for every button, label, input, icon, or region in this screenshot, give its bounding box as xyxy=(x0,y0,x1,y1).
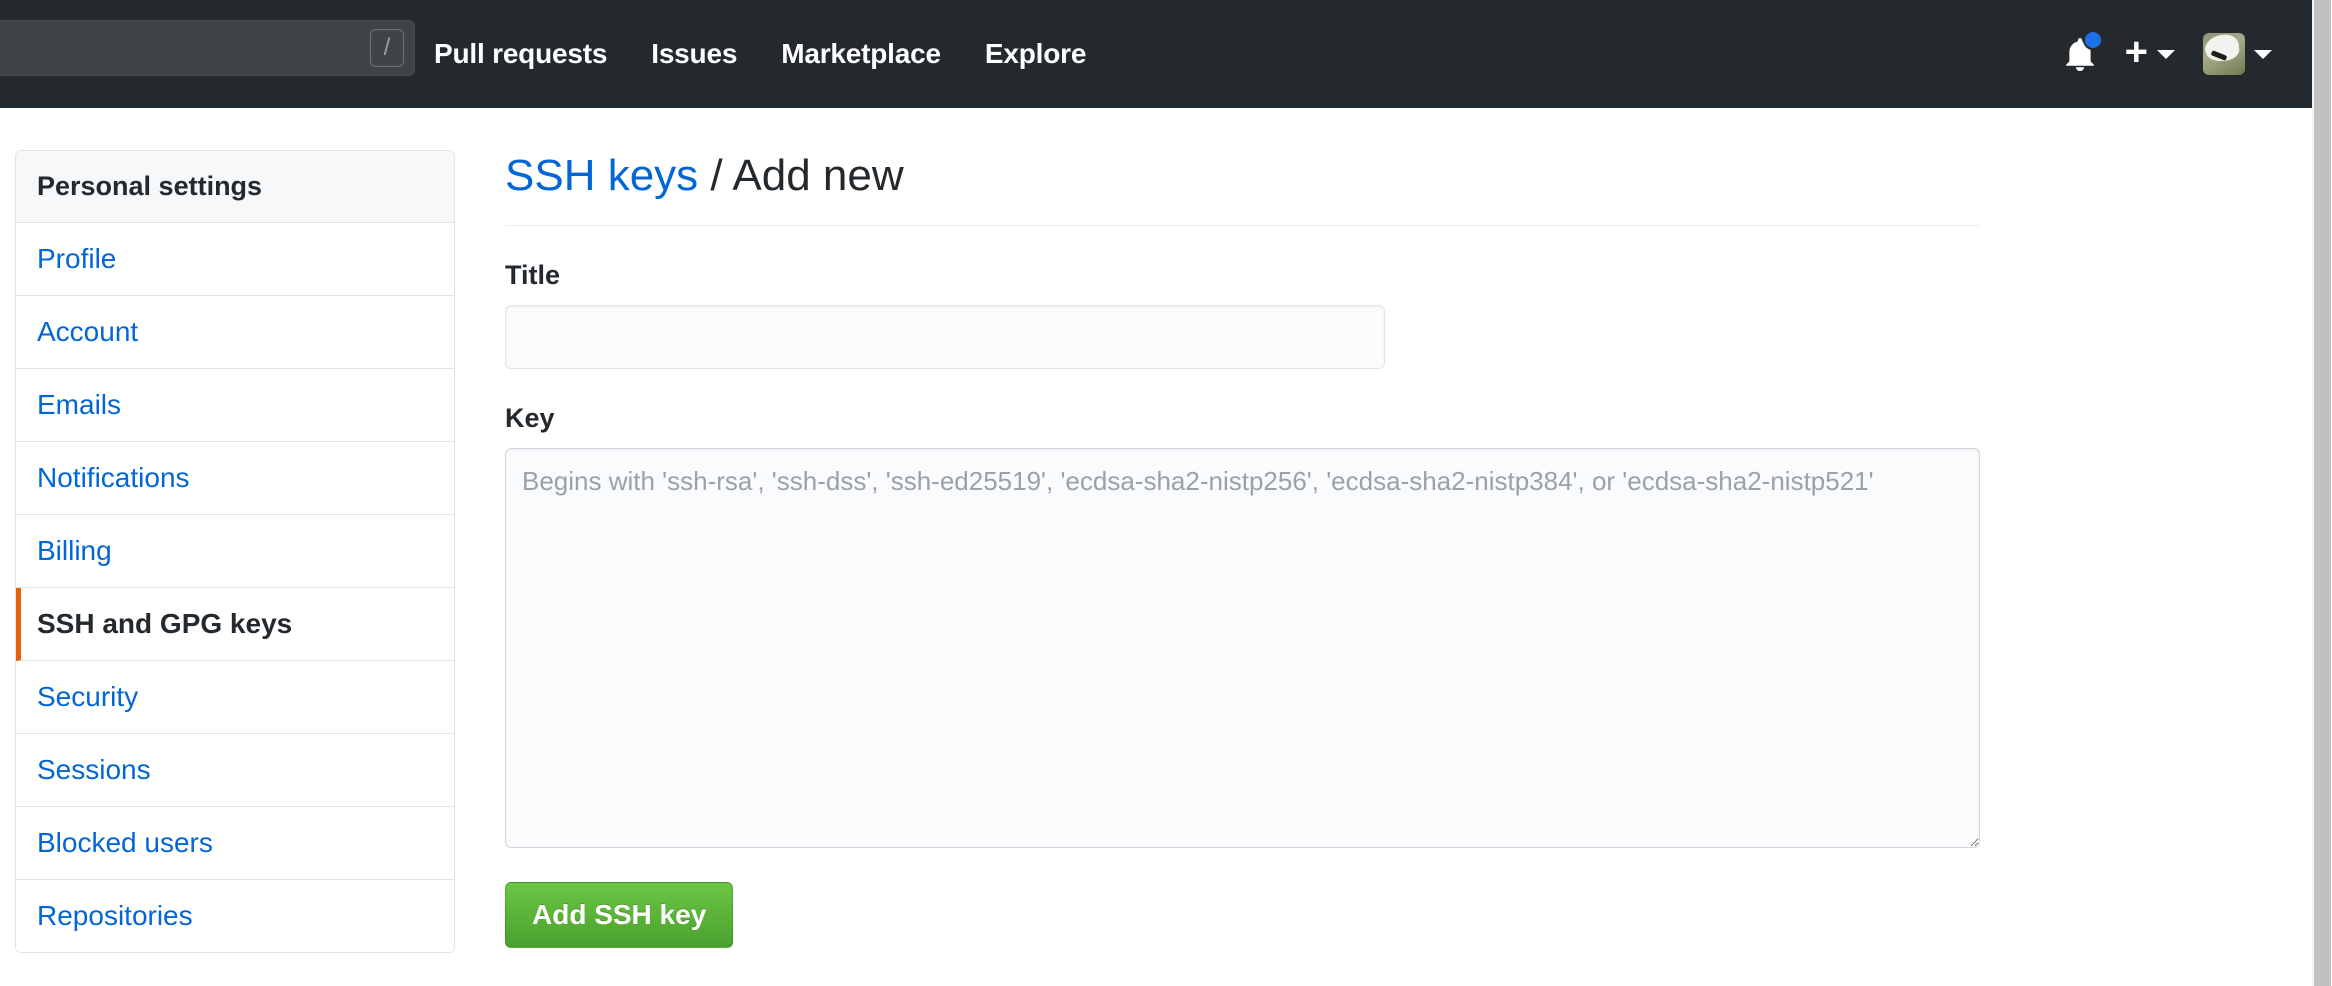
primary-nav: Pull requests Issues Marketplace Explore xyxy=(434,0,1086,108)
vertical-scrollbar-track[interactable] xyxy=(2312,0,2332,986)
key-field-label: Key xyxy=(505,402,555,433)
sidebar-item-sessions[interactable]: Sessions xyxy=(16,734,454,807)
nav-item-explore[interactable]: Explore xyxy=(985,38,1087,70)
notifications-button[interactable] xyxy=(2063,30,2103,74)
title-field-label: Title xyxy=(505,259,561,290)
main-content: SSH keys / Add new Title Key Add SSH key xyxy=(505,150,1980,948)
sidebar-item-profile[interactable]: Profile xyxy=(16,223,454,296)
nav-item-issues[interactable]: Issues xyxy=(651,38,737,70)
chevron-down-icon xyxy=(2157,49,2175,59)
sidebar-item-blocked-users[interactable]: Blocked users xyxy=(16,807,454,880)
sidebar-item-account[interactable]: Account xyxy=(16,296,454,369)
breadcrumb-current: Add new xyxy=(732,151,904,200)
nav-item-pull-requests[interactable]: Pull requests xyxy=(434,38,607,70)
chevron-down-icon xyxy=(2254,49,2272,59)
sidebar-item-security[interactable]: Security xyxy=(16,661,454,734)
breadcrumb-link-ssh-keys[interactable]: SSH keys xyxy=(505,151,698,200)
sidebar-item-emails[interactable]: Emails xyxy=(16,369,454,442)
sidebar-item-notifications[interactable]: Notifications xyxy=(16,442,454,515)
search-placeholder-text: mp to… xyxy=(0,33,370,64)
sidebar-header: Personal settings xyxy=(16,151,454,223)
search-input[interactable]: mp to… / xyxy=(0,20,415,76)
create-new-menu[interactable]: + xyxy=(2125,32,2175,76)
key-textarea[interactable] xyxy=(505,447,1980,848)
notification-indicator-dot xyxy=(2082,30,2103,50)
page-title: SSH keys / Add new xyxy=(505,150,1980,226)
global-header: mp to… / Pull requests Issues Marketplac… xyxy=(0,0,2312,108)
settings-sidebar: Personal settings Profile Account Emails… xyxy=(15,150,455,953)
sidebar-item-repositories[interactable]: Repositories xyxy=(16,880,454,952)
page-root: mp to… / Pull requests Issues Marketplac… xyxy=(0,0,2332,986)
title-input[interactable] xyxy=(505,304,1385,369)
search-shortcut-badge: / xyxy=(370,29,404,67)
avatar xyxy=(2203,33,2245,75)
sidebar-item-ssh-and-gpg-keys[interactable]: SSH and GPG keys xyxy=(16,588,454,661)
account-menu[interactable] xyxy=(2203,33,2272,75)
add-ssh-key-button[interactable]: Add SSH key xyxy=(505,881,734,948)
vertical-scrollbar-thumb[interactable] xyxy=(2314,0,2331,986)
breadcrumb-separator: / xyxy=(698,151,733,200)
nav-item-marketplace[interactable]: Marketplace xyxy=(781,38,941,70)
header-actions: + xyxy=(2063,0,2272,108)
sidebar-item-billing[interactable]: Billing xyxy=(16,515,454,588)
plus-icon: + xyxy=(2124,30,2148,74)
